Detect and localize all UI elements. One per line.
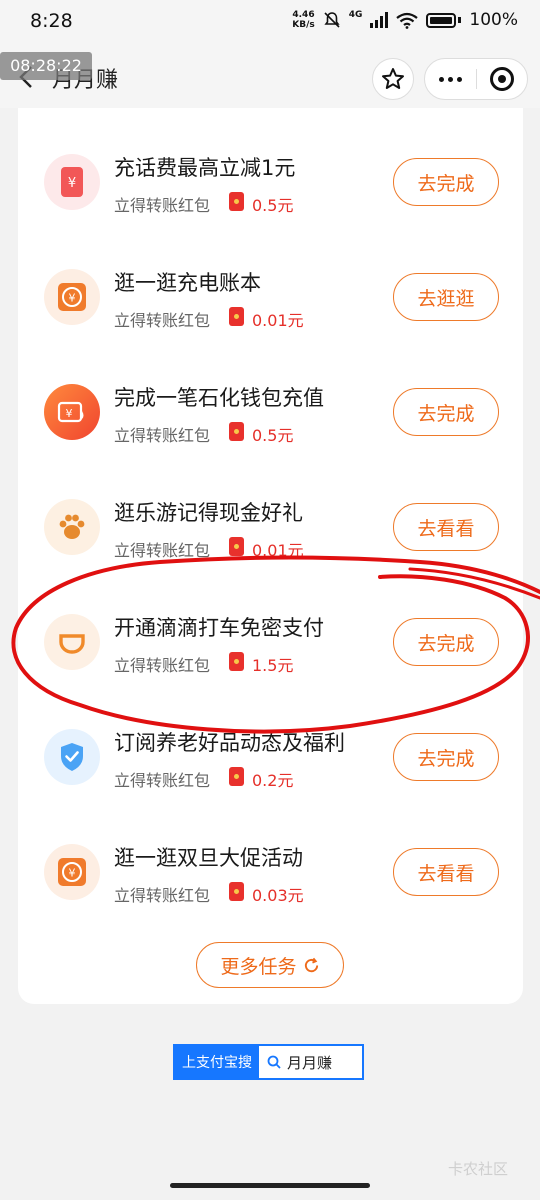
task-title: 逛一逛双旦大促活动	[114, 846, 303, 870]
close-miniapp-button[interactable]	[476, 67, 527, 91]
task-amount: 0.01元	[252, 541, 304, 560]
task-title: 开通滴滴打车免密支付	[114, 616, 324, 640]
red-envelope-icon	[229, 422, 244, 441]
task-card: ¥ 充话费最高立减1元 立得转账红包 0.5元 去完成 ¥ 逛一逛充电账本 立得…	[18, 108, 523, 1004]
task-title: 逛一逛充电账本	[114, 271, 261, 295]
task-title: 完成一笔石化钱包充值	[114, 386, 324, 410]
svg-text:¥: ¥	[69, 292, 76, 305]
fuel-wallet-icon: ¥	[44, 384, 100, 440]
task-amount: 0.2元	[252, 771, 294, 790]
mute-bell-icon	[324, 12, 340, 28]
task-action-button[interactable]: 去看看	[393, 848, 499, 896]
task-action-button[interactable]: 去完成	[393, 158, 499, 206]
task-action-button[interactable]: 去逛逛	[393, 273, 499, 321]
task-action-button[interactable]: 去完成	[393, 618, 499, 666]
red-envelope-icon	[229, 767, 244, 786]
red-envelope-icon	[229, 192, 244, 211]
task-title: 逛乐游记得现金好礼	[114, 501, 303, 525]
search-banner-keyword: 月月赚	[287, 1053, 333, 1072]
task-title: 订阅养老好品动态及福利	[114, 731, 345, 755]
task-reward-label: 立得转账红包	[114, 426, 211, 445]
task-row: ¥ 逛一逛充电账本 立得转账红包 0.01元 去逛逛	[18, 223, 523, 338]
task-row: 逛乐游记得现金好礼 立得转账红包 0.01元 去看看	[18, 453, 523, 568]
status-bar: 8:28 4.46 KB/s 4G 100%	[0, 0, 540, 46]
phone-bill-icon: ¥	[44, 154, 100, 210]
more-options-button[interactable]	[425, 76, 476, 82]
more-tasks-label: 更多任务	[220, 955, 297, 978]
task-reward-label: 立得转账红包	[114, 196, 211, 215]
red-envelope-icon	[229, 537, 244, 556]
task-row: 开通滴滴打车免密支付 立得转账红包 1.5元 去完成	[18, 568, 523, 683]
yuan-box-icon: ¥	[44, 844, 100, 900]
red-envelope-icon	[229, 307, 244, 326]
task-amount: 0.01元	[252, 311, 304, 330]
battery-cap	[458, 17, 462, 23]
battery-icon	[426, 12, 457, 28]
task-action-button[interactable]: 去看看	[393, 503, 499, 551]
star-icon	[382, 68, 404, 89]
nav-bar: 月月赚 08:28:22	[0, 46, 540, 108]
favorite-button[interactable]	[372, 58, 414, 100]
watermark: 卡农社区	[448, 1160, 509, 1178]
paw-icon	[44, 499, 100, 555]
net-speed-unit: KB/s	[292, 20, 315, 30]
red-envelope-icon	[229, 652, 244, 671]
svg-text:¥: ¥	[68, 176, 76, 191]
task-title: 充话费最高立减1元	[114, 156, 296, 180]
home-indicator	[170, 1183, 370, 1188]
recording-timestamp: 08:28:22	[0, 52, 92, 80]
task-row: ¥ 充话费最高立减1元 立得转账红包 0.5元 去完成	[18, 108, 523, 223]
miniapp-capsule	[424, 58, 528, 100]
task-amount: 0.5元	[252, 426, 294, 445]
task-amount: 1.5元	[252, 656, 294, 675]
net-speed-value: 4.46	[292, 10, 315, 20]
task-reward-label: 立得转账红包	[114, 886, 211, 905]
task-amount: 0.5元	[252, 196, 294, 215]
task-action-button[interactable]: 去完成	[393, 733, 499, 781]
shield-check-icon	[44, 729, 100, 785]
svg-text:¥: ¥	[69, 867, 76, 880]
search-icon	[267, 1055, 281, 1069]
net-speed: 4.46 KB/s	[292, 10, 314, 30]
task-amount: 0.03元	[252, 886, 304, 905]
target-icon	[489, 67, 514, 91]
status-icons: 4.46 KB/s 4G 100%	[292, 10, 518, 30]
search-banner-label: 上支付宝搜	[175, 1046, 259, 1078]
task-row: ¥ 逛一逛双旦大促活动 立得转账红包 0.03元 去看看	[18, 798, 523, 913]
red-envelope-icon	[229, 882, 244, 901]
svg-text:¥: ¥	[66, 407, 73, 420]
alipay-search-banner[interactable]: 上支付宝搜 月月赚	[173, 1044, 364, 1080]
yuan-box-icon: ¥	[44, 269, 100, 325]
didi-icon	[44, 614, 100, 670]
task-action-button[interactable]: 去完成	[393, 388, 499, 436]
network-type: 4G	[348, 10, 363, 20]
more-tasks-button[interactable]: 更多任务	[196, 942, 344, 988]
signal-icon	[370, 12, 389, 28]
task-reward-label: 立得转账红包	[114, 311, 211, 330]
status-time: 8:28	[30, 10, 73, 32]
refresh-icon	[304, 957, 318, 972]
task-reward-label: 立得转账红包	[114, 541, 211, 560]
task-row: ¥ 完成一笔石化钱包充值 立得转账红包 0.5元 去完成	[18, 338, 523, 453]
wifi-icon	[396, 12, 419, 29]
task-reward-label: 立得转账红包	[114, 656, 211, 675]
task-row: 订阅养老好品动态及福利 立得转账红包 0.2元 去完成	[18, 683, 523, 798]
battery-percent: 100%	[469, 10, 518, 30]
search-banner-keyword-box: 月月赚	[259, 1046, 362, 1078]
task-reward-label: 立得转账红包	[114, 771, 211, 790]
